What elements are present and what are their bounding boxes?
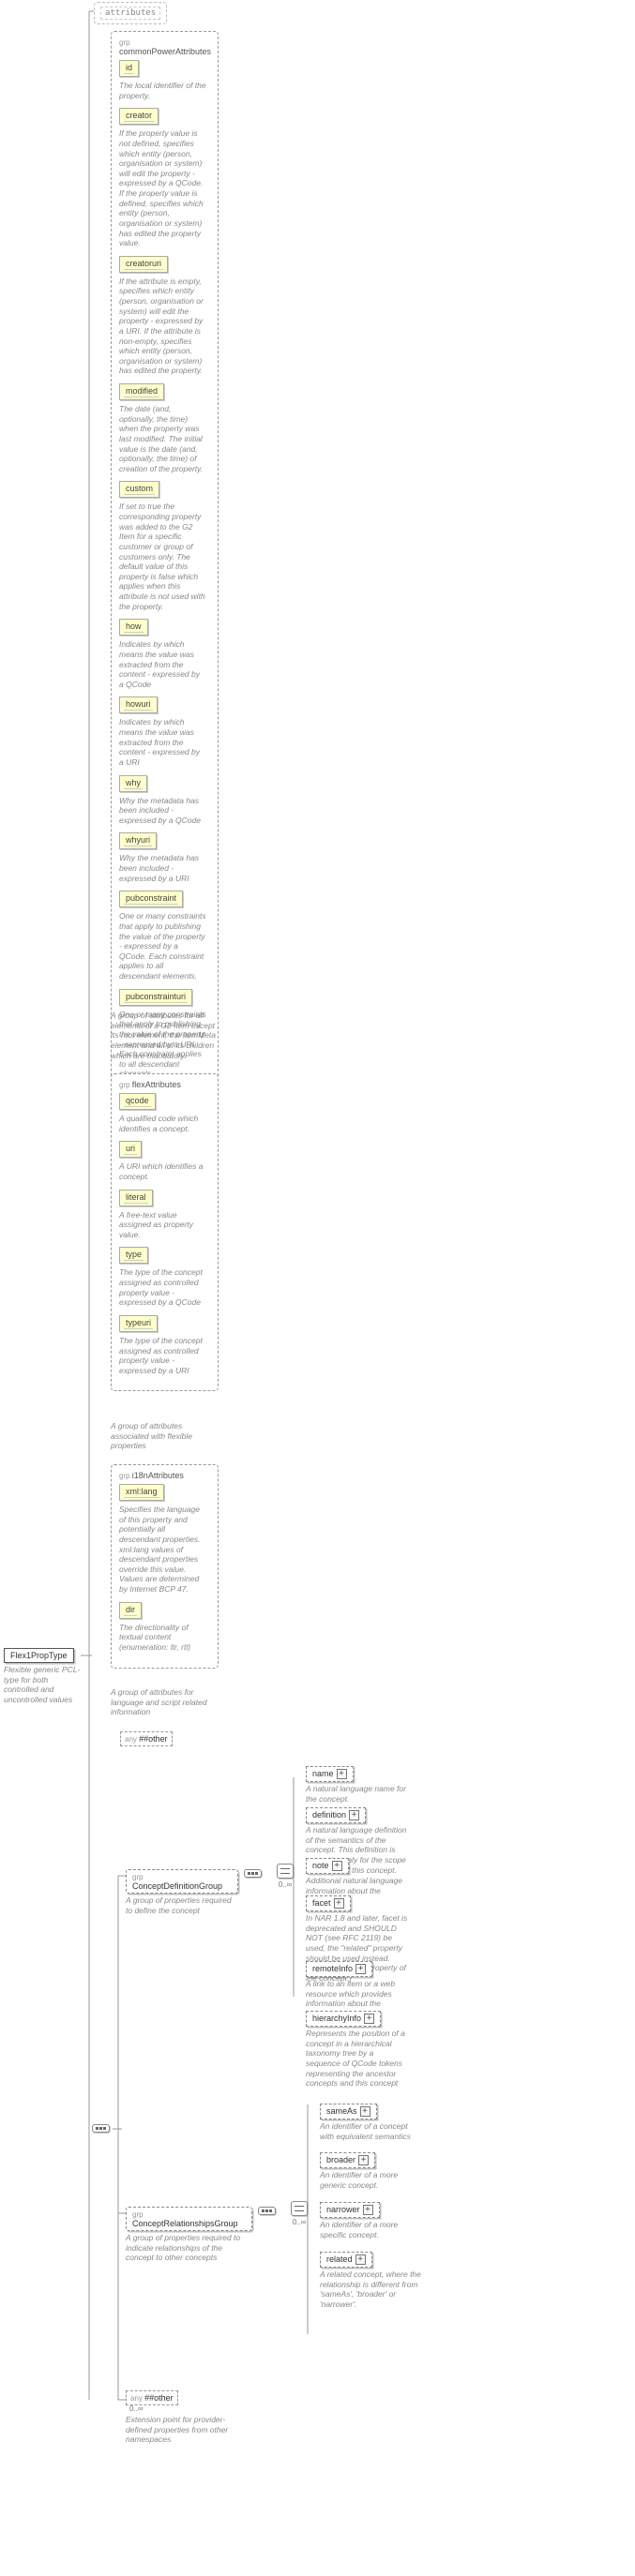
crel-child-related: related+ A related concept, where the re… <box>320 2252 423 2310</box>
attr-head-creator: creator <box>119 108 159 125</box>
any-other-bottom-label: ##other <box>126 2390 178 2405</box>
group-flex-footer: A group of attributes associated with fl… <box>111 1421 219 1451</box>
crel-child-broader: broader+ An identifier of a more generic… <box>320 2152 423 2190</box>
attr-modified: modified The date (and, optionally, the … <box>119 383 210 473</box>
cdef-child-name: name+ A natural language name for the co… <box>306 1766 409 1804</box>
occ-conceptrel: 0..∞ <box>291 2218 308 2226</box>
sequence-icon <box>244 1869 262 1878</box>
attr-head-qcode: qcode <box>119 1093 156 1110</box>
expand-icon[interactable]: + <box>334 1898 344 1909</box>
attr-head-howuri: howuri <box>119 696 158 713</box>
crel-child-narrower: narrower+ An identifier of a more specif… <box>320 2202 423 2239</box>
concept-rel-choice: 0..∞ <box>291 2201 308 2226</box>
concept-def-group: grp ConceptDefinitionGroup A group of pr… <box>126 1869 238 1915</box>
expand-icon[interactable]: + <box>337 1769 347 1779</box>
concept-rel-doc: A group of properties required to indica… <box>126 2233 256 2263</box>
expand-icon[interactable]: + <box>332 1861 342 1871</box>
attr-head-type: type <box>119 1247 148 1264</box>
occ-conceptdef: 0..∞ <box>277 1880 294 1889</box>
expand-icon[interactable]: + <box>363 2205 373 2215</box>
expand-icon[interactable]: + <box>360 2106 370 2117</box>
attr-xml:lang: xml:lang Specifies the language of this … <box>119 1484 210 1595</box>
root-type: Flex1PropType Flexible generic PCL-type … <box>4 1648 83 1705</box>
attr-whyuri: whyuri Why the metadata has been include… <box>119 832 210 883</box>
attributes-frame: attributes <box>94 2 167 24</box>
attr-custom: custom If set to true the corresponding … <box>119 481 210 611</box>
attr-typeuri: typeuri The type of the concept assigned… <box>119 1315 210 1376</box>
concept-def-seq <box>244 1867 262 1878</box>
attr-creatoruri: creatoruri If the attribute is empty, sp… <box>119 256 210 376</box>
group-i18n-title: i18nAttributes <box>119 1471 210 1480</box>
attr-head-xml:lang: xml:lang <box>119 1484 164 1501</box>
attr-head-creatoruri: creatoruri <box>119 256 168 273</box>
concept-rel-group: grp ConceptRelationshipsGroup A group of… <box>126 2207 252 2263</box>
any-other-bottom: ##other 0..∞ Extension point for provide… <box>126 2393 251 2445</box>
choice-icon <box>291 2201 308 2216</box>
attr-head-why: why <box>119 775 147 792</box>
choice-icon <box>277 1864 294 1879</box>
group-common-footer: A group of attributes for all elements o… <box>111 1011 219 1060</box>
expand-icon[interactable]: + <box>358 2155 369 2165</box>
concept-def-choice: 0..∞ <box>277 1864 294 1889</box>
attr-head-literal: literal <box>119 1190 153 1206</box>
expand-icon[interactable]: + <box>355 1964 366 1974</box>
attr-head-uri: uri <box>119 1141 142 1158</box>
expand-icon[interactable]: + <box>355 2254 366 2265</box>
cdef-child-hierarchyInfo: hierarchyInfo+ Represents the position o… <box>306 2011 409 2089</box>
attr-howuri: howuri Indicates by which means the valu… <box>119 696 210 767</box>
attr-head-modified: modified <box>119 383 164 400</box>
any-other-bottom-doc: Extension point for provider-defined pro… <box>126 2415 251 2445</box>
concept-def-label: ConceptDefinitionGroup <box>132 1881 222 1891</box>
attr-type: type The type of the concept assigned as… <box>119 1247 210 1308</box>
root-label: Flex1PropType <box>4 1648 74 1663</box>
any-other-attr: ##other <box>120 1734 173 1744</box>
attr-head-custom: custom <box>119 481 159 498</box>
attr-uri: uri A URI which identifies a concept. <box>119 1141 210 1181</box>
attr-pubconstraint: pubconstraint One or many constraints th… <box>119 891 210 981</box>
crel-child-sameAs: sameAs+ An identifier of a concept with … <box>320 2104 423 2141</box>
connectors <box>0 0 635 2576</box>
concept-def-doc: A group of properties required to define… <box>126 1895 242 1915</box>
sequence-icon <box>258 2207 276 2215</box>
attr-id: id The local identifier of the property. <box>119 60 210 100</box>
concept-rel-label: ConceptRelationshipsGroup <box>132 2219 238 2228</box>
sequence-icon <box>92 2124 110 2133</box>
attr-creator: creator If the property value is not def… <box>119 108 210 248</box>
group-flex-title: flexAttributes <box>119 1080 210 1089</box>
attr-why: why Why the metadata has been included -… <box>119 775 210 826</box>
expand-icon[interactable]: + <box>349 1810 359 1820</box>
attr-head-dir: dir <box>119 1602 142 1619</box>
group-i18n: i18nAttributes xml:lang Specifies the la… <box>111 1464 219 1669</box>
root-doc: Flexible generic PCL-type for both contr… <box>4 1665 87 1705</box>
attr-head-whyuri: whyuri <box>119 832 157 849</box>
group-i18n-footer: A group of attributes for language and s… <box>111 1687 219 1717</box>
attr-head-pubconstraint: pubconstraint <box>119 891 183 907</box>
attr-head-typeuri: typeuri <box>119 1315 158 1332</box>
attr-qcode: qcode A qualified code which identifies … <box>119 1093 210 1133</box>
attr-head-id: id <box>119 60 139 77</box>
attributes-title: attributes <box>100 7 160 20</box>
group-common: commonPowerAttributes id The local ident… <box>111 31 219 1095</box>
group-common-title: commonPowerAttributes <box>119 37 210 56</box>
attr-head-how: how <box>119 619 148 636</box>
attr-head-pubconstrainturi: pubconstrainturi <box>119 989 192 1006</box>
group-flex: flexAttributes qcode A qualified code wh… <box>111 1073 219 1391</box>
any-other-attr-label: ##other <box>120 1731 173 1746</box>
root-seq <box>92 2122 110 2133</box>
concept-rel-seq <box>258 2205 276 2215</box>
attr-dir: dir The directionality of textual conten… <box>119 1602 210 1653</box>
expand-icon[interactable]: + <box>364 2014 374 2024</box>
occ-any: 0..∞ <box>129 2404 251 2413</box>
attr-literal: literal A free-text value assigned as pr… <box>119 1190 210 1240</box>
attr-how: how Indicates by which means the value w… <box>119 619 210 689</box>
